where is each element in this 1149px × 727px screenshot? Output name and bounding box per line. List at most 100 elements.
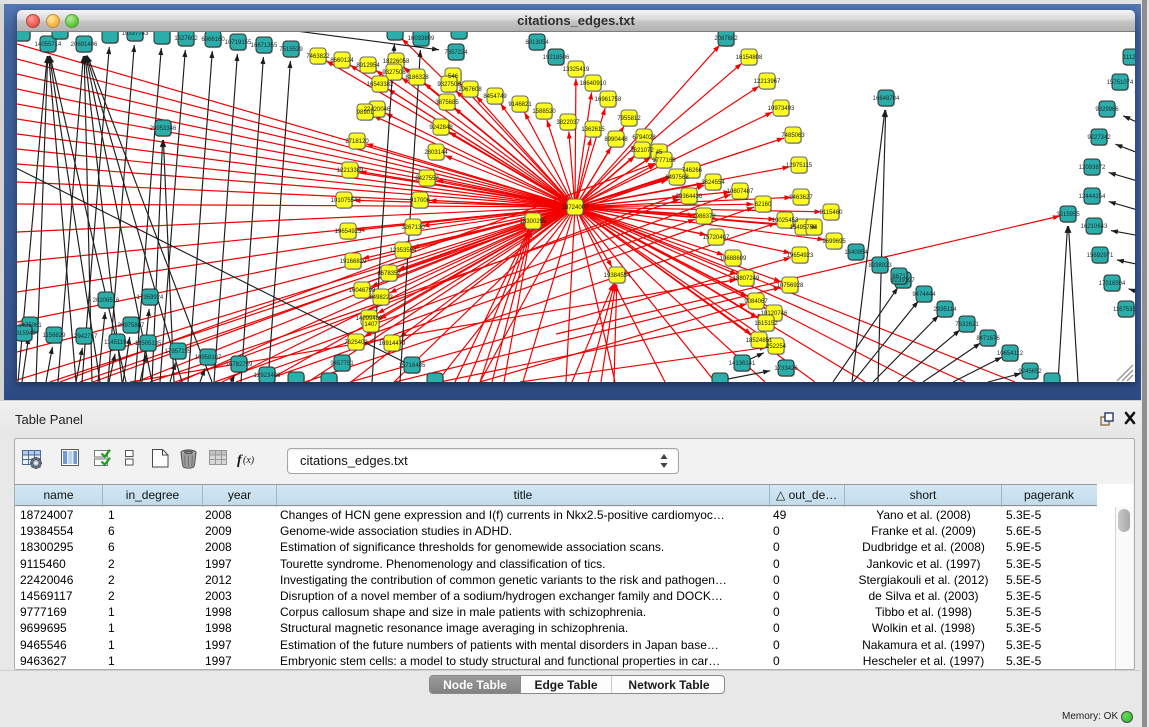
svg-text:12975115: 12975115 (786, 163, 813, 169)
svg-text:15720407: 15720407 (703, 235, 730, 241)
svg-text:11675335: 11675335 (1113, 307, 1135, 313)
svg-text:10719155: 10719155 (225, 40, 252, 46)
svg-text:10807487: 10807487 (727, 189, 754, 195)
svg-text:7463822: 7463822 (306, 54, 330, 60)
svg-text:16671355: 16671355 (251, 43, 278, 49)
svg-text:2718120: 2718120 (345, 139, 369, 145)
svg-text:1733426: 1733426 (774, 366, 798, 372)
svg-text:16543382: 16543382 (367, 82, 394, 88)
svg-text:9777169: 9777169 (652, 158, 676, 164)
svg-text:7515529: 7515529 (279, 47, 303, 53)
svg-text:15692971: 15692971 (1087, 253, 1114, 259)
svg-text:1527602: 1527602 (174, 36, 198, 42)
svg-text:98901: 98901 (357, 110, 374, 116)
svg-text:17957235: 17957235 (165, 349, 192, 355)
svg-text:546: 546 (448, 74, 459, 80)
svg-text:8660124: 8660124 (330, 58, 354, 64)
svg-text:2803144: 2803144 (424, 150, 448, 156)
svg-text:3822037: 3822037 (556, 120, 580, 126)
svg-text:20364436: 20364436 (676, 194, 703, 200)
svg-text:17016504: 17016504 (1099, 281, 1126, 287)
svg-text:10654112: 10654112 (997, 351, 1024, 357)
svg-text:30975887: 30975887 (118, 323, 145, 329)
svg-text:10107554: 10107554 (331, 198, 358, 204)
svg-text:3624554: 3624554 (701, 180, 725, 186)
svg-text:8471676: 8471676 (976, 336, 1000, 342)
svg-text:9146821: 9146821 (508, 102, 532, 108)
svg-text:8938923: 8938923 (868, 263, 892, 269)
svg-text:1362615: 1362615 (581, 127, 605, 133)
svg-text:12942757: 12942757 (71, 334, 98, 340)
svg-text:18807249: 18807249 (733, 276, 760, 282)
svg-text:12093872: 12093872 (1079, 165, 1106, 171)
svg-text:9084067: 9084067 (744, 299, 768, 305)
svg-text:9242848: 9242848 (429, 125, 453, 131)
svg-text:10025453: 10025453 (772, 218, 799, 224)
svg-text:8186328: 8186328 (405, 75, 429, 81)
svg-text:917006: 917006 (410, 198, 431, 204)
svg-text:15751074: 15751074 (1107, 80, 1134, 86)
svg-text:8990448: 8990448 (604, 137, 628, 143)
svg-text:1407: 1407 (364, 322, 378, 328)
svg-text:9115460: 9115460 (820, 210, 844, 216)
svg-text:15716485: 15716485 (399, 363, 426, 369)
svg-text:2087682: 2087682 (714, 36, 738, 42)
svg-text:18640910: 18640910 (580, 81, 607, 87)
svg-text:19654925: 19654925 (335, 229, 362, 235)
svg-text:8498222: 8498222 (369, 295, 393, 301)
svg-text:13325419: 13325419 (563, 67, 590, 73)
svg-text:9327508: 9327508 (382, 70, 406, 76)
svg-text:7625402: 7625402 (344, 340, 368, 346)
svg-text:(x): (x) (243, 455, 255, 466)
svg-text:19218506: 19218506 (543, 55, 570, 61)
svg-text:1435061: 1435061 (18, 323, 42, 329)
svg-text:10958107: 10958107 (195, 355, 222, 361)
svg-text:6871: 6871 (892, 274, 906, 280)
svg-text:1588520: 1588520 (532, 109, 556, 115)
svg-text:8454749: 8454749 (483, 94, 507, 100)
svg-text:17359924: 17359924 (137, 295, 164, 301)
svg-text:29053346: 29053346 (150, 126, 177, 132)
svg-text:1615152: 1615152 (754, 321, 778, 327)
svg-text:12353594: 12353594 (390, 248, 417, 254)
svg-text:62160: 62160 (755, 202, 772, 208)
svg-text:19166829: 19166829 (340, 259, 367, 265)
svg-text:6966160: 6966160 (201, 37, 225, 43)
svg-text:8678352: 8678352 (377, 271, 401, 277)
svg-text:9474444: 9474444 (912, 292, 936, 298)
svg-text:16046798: 16046798 (349, 288, 376, 294)
svg-text:16210643: 16210643 (1081, 224, 1108, 230)
svg-text:9227342: 9227342 (1087, 135, 1111, 141)
svg-text:10688609: 10688609 (720, 256, 747, 262)
svg-text:3215955: 3215955 (1056, 212, 1080, 218)
svg-text:3875685: 3875685 (435, 100, 459, 106)
svg-text:1156829: 1156829 (43, 333, 67, 339)
svg-text:8912954: 8912954 (356, 63, 380, 69)
svg-text:19654923: 19654923 (787, 253, 814, 259)
svg-text:14055714: 14055714 (35, 42, 62, 48)
svg-text:16648784: 16648784 (873, 96, 900, 102)
svg-text:11451194: 11451194 (104, 340, 130, 346)
svg-text:10337743: 10337743 (122, 32, 149, 37)
svg-text:9457791: 9457791 (330, 361, 354, 367)
svg-text:7986372: 7986372 (692, 214, 716, 220)
svg-text:16961758: 16961758 (595, 97, 622, 103)
svg-text:12213389: 12213389 (337, 168, 364, 174)
svg-text:16782759: 16782759 (226, 362, 253, 368)
svg-text:3267130: 3267130 (401, 225, 425, 231)
svg-text:1621072: 1621072 (630, 148, 654, 154)
svg-text:6497568: 6497568 (665, 175, 689, 181)
svg-text:20206516: 20206516 (93, 298, 120, 304)
svg-text:19384554: 19384554 (604, 273, 631, 279)
svg-text:9245652: 9245652 (1018, 369, 1042, 375)
svg-text:10120746: 10120746 (761, 311, 788, 317)
svg-text:2967608: 2967608 (458, 87, 482, 93)
svg-text:7632621: 7632621 (955, 322, 979, 328)
svg-text:18300295: 18300295 (520, 219, 547, 225)
svg-text:1640954: 1640954 (844, 250, 868, 256)
svg-text:746266: 746266 (682, 168, 703, 174)
svg-text:14136141: 14136141 (729, 361, 756, 367)
svg-text:12505135: 12505135 (135, 341, 162, 347)
svg-text:3915949: 3915949 (17, 331, 36, 337)
svg-text:8813054: 8813054 (525, 40, 549, 46)
